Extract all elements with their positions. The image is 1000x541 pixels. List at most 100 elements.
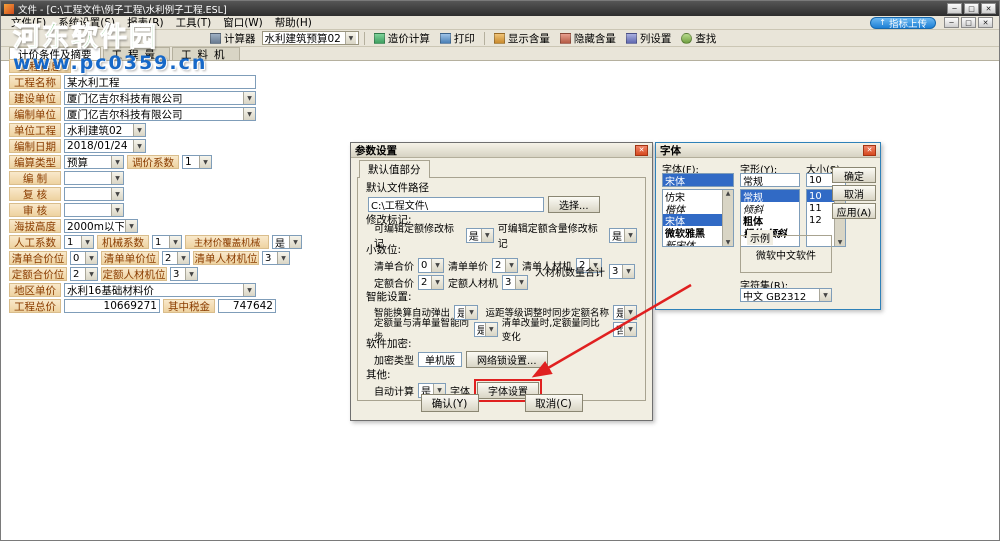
default-path-input[interactable]	[368, 196, 544, 212]
chevron-down-icon	[125, 220, 137, 232]
close-icon[interactable]: ✕	[863, 144, 876, 156]
quota-total-places-select[interactable]: 2	[70, 267, 98, 281]
compile-unit-select[interactable]: 厦门亿吉尔科技有限公司	[64, 107, 256, 121]
list-unit-places-select[interactable]: 2	[162, 251, 190, 265]
find-label: 查找	[695, 32, 717, 45]
close-icon[interactable]: ✕	[635, 144, 648, 156]
cost-calc-button[interactable]: 造价计算	[370, 30, 434, 47]
compile-date-select[interactable]: 2018/01/24	[64, 139, 146, 153]
show-content-button[interactable]: 显示含量	[490, 30, 554, 47]
qty-sync-select[interactable]: 是	[473, 321, 498, 337]
mdi-restore-button[interactable]: □	[961, 17, 976, 28]
calc-type-value: 预算	[67, 156, 88, 169]
tab-default-values[interactable]: 默认值部分	[359, 160, 430, 178]
list-item[interactable]: 12	[807, 214, 834, 226]
compiler-select[interactable]	[64, 171, 124, 185]
menu-tools[interactable]: 工具(T)	[170, 15, 218, 30]
scrollbar[interactable]: ▲▼	[722, 190, 733, 246]
build-unit-select[interactable]: 厦门亿吉尔科技有限公司	[64, 91, 256, 105]
quota-resource-places-select[interactable]: 3	[170, 267, 198, 281]
modify-content-select[interactable]: 是	[609, 227, 637, 243]
list-unit-value: 2	[495, 259, 502, 271]
print-button[interactable]: 打印	[436, 30, 479, 47]
list-item-selected[interactable]: 10	[807, 190, 834, 202]
chevron-down-icon	[169, 236, 181, 248]
menu-system[interactable]: 系统设置(S)	[52, 15, 121, 30]
compile-unit-label: 编制单位	[9, 107, 61, 121]
window-controls: ─ □ ✕	[947, 3, 996, 14]
chevron-down-icon	[133, 140, 145, 152]
charset-value: 中文 GB2312	[743, 291, 807, 302]
chevron-down-icon	[185, 268, 197, 280]
tax-input[interactable]	[218, 299, 276, 313]
column-settings-button[interactable]: 列设置	[622, 30, 676, 47]
font-family-input[interactable]: 宋体	[662, 173, 734, 188]
font-dialog-title: 字体	[660, 144, 681, 157]
menu-file[interactable]: 文件(F)	[5, 15, 52, 30]
altitude-select[interactable]: 2000m以下	[64, 219, 138, 233]
unit-project-label: 单位工程	[9, 123, 61, 137]
list-item[interactable]: 新宋体	[663, 238, 722, 247]
calc-type-select[interactable]: 预算	[64, 155, 124, 169]
quota-total-select[interactable]: 2	[418, 274, 444, 290]
list-resource-places-select[interactable]: 3	[262, 251, 290, 265]
qty-change-select[interactable]: 否	[613, 321, 637, 337]
font-style-input[interactable]: 常规	[740, 173, 800, 188]
machine-factor-select[interactable]: 1	[152, 235, 182, 249]
menu-window[interactable]: 窗口(W)	[217, 15, 269, 30]
list-item[interactable]: 11	[807, 202, 834, 214]
lock-type-label: 加密类型	[374, 356, 414, 367]
adjust-factor-select[interactable]: 1	[182, 155, 212, 169]
menu-help[interactable]: 帮助(H)	[269, 15, 318, 30]
list-total-places-select[interactable]: 0	[70, 251, 98, 265]
browse-button[interactable]: 选择...	[548, 195, 600, 213]
scroll-down-icon[interactable]: ▼	[838, 239, 843, 246]
charset-select[interactable]: 中文 GB2312	[740, 288, 832, 302]
scroll-up-icon[interactable]: ▲	[726, 190, 731, 197]
list-unit-places-label: 清单单价位	[101, 251, 159, 265]
mdi-close-button[interactable]: ✕	[978, 17, 993, 28]
hide-content-button[interactable]: 隐藏含量	[556, 30, 620, 47]
resource-qty-total-value: 3	[612, 266, 619, 277]
list-total-select[interactable]: 0	[418, 257, 444, 273]
list-unit-select[interactable]: 2	[492, 257, 518, 273]
labor-factor-select[interactable]: 1	[64, 235, 94, 249]
scroll-down-icon[interactable]: ▼	[726, 239, 731, 246]
menu-report[interactable]: 报表(R)	[121, 15, 170, 30]
mdi-minimize-button[interactable]: ─	[944, 17, 959, 28]
project-name-label: 工程名称	[9, 75, 61, 89]
minimize-button[interactable]: ─	[947, 3, 962, 14]
network-lock-button[interactable]: 网络锁设置...	[466, 351, 548, 368]
template-combo[interactable]: 水利建筑预算02	[261, 31, 359, 45]
material-cover-select[interactable]: 是	[272, 235, 302, 249]
close-button[interactable]: ✕	[981, 3, 996, 14]
font-ok-button[interactable]: 确定	[832, 167, 876, 183]
confirm-button[interactable]: 确认(Y)	[420, 394, 479, 412]
calculator-button[interactable]: 计算器	[206, 30, 260, 47]
quota-resource-select[interactable]: 3	[502, 274, 528, 290]
font-cancel-button[interactable]: 取消	[832, 185, 876, 201]
modify-quota-select[interactable]: 是	[465, 227, 494, 243]
build-unit-label: 建设单位	[9, 91, 61, 105]
smart-calc-select[interactable]: 是	[454, 304, 479, 320]
chevron-down-icon	[111, 204, 123, 216]
resource-qty-total-select[interactable]: 3	[609, 264, 635, 279]
font-apply-button[interactable]: 应用(A)	[832, 203, 876, 219]
quota-total-label: 定额合价	[374, 278, 414, 290]
auditor-select[interactable]	[64, 203, 124, 217]
reviewer-select[interactable]	[64, 187, 124, 201]
project-name-input[interactable]	[64, 75, 256, 89]
list-total-value: 0	[421, 259, 428, 271]
find-button[interactable]: 查找	[677, 30, 720, 47]
region-price-select[interactable]: 水利16基础材料价	[64, 283, 256, 297]
qty-sync-value: 是	[477, 323, 484, 336]
indicator-upload-button[interactable]: ↑ 指标上传	[870, 16, 936, 30]
chevron-down-icon	[622, 265, 634, 278]
font-family-list[interactable]: 仿宋 楷体 宋体 微软雅黑 新宋体 ▲ ▼	[662, 189, 734, 247]
restore-button[interactable]: □	[964, 3, 979, 14]
distance-sync-select[interactable]: 是	[613, 304, 637, 320]
dialog-title-bar: 参数设置 ✕	[351, 143, 652, 158]
unit-project-select[interactable]: 水利建筑02	[64, 123, 146, 137]
project-total-input[interactable]	[64, 299, 160, 313]
cancel-button[interactable]: 取消(C)	[524, 394, 583, 412]
